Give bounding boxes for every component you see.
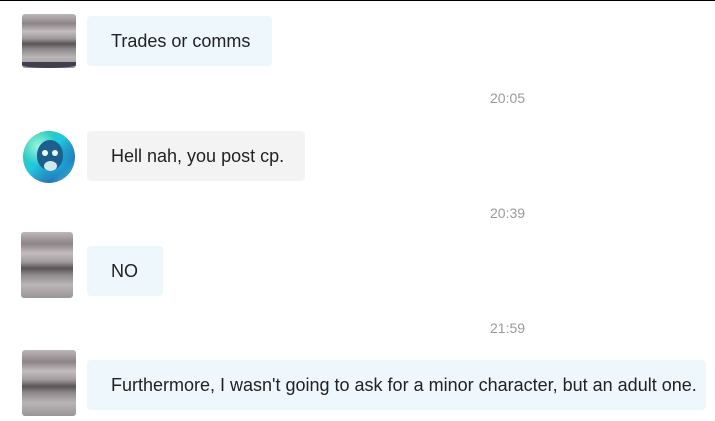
message-bubble[interactable]: NO (87, 246, 163, 296)
message-text: Hell nah, you post cp. (111, 145, 285, 166)
message-timestamp: 20:05 (490, 90, 526, 106)
message-text: Trades or comms (111, 30, 251, 51)
message-bubble[interactable]: Furthermore, I wasn't going to ask for a… (87, 360, 706, 410)
avatar[interactable] (22, 350, 76, 416)
message-row: NO (0, 232, 715, 298)
message-bubble[interactable]: Hell nah, you post cp. (87, 131, 305, 181)
message-text: Furthermore, I wasn't going to ask for a… (111, 374, 697, 395)
message-timestamp: 20:39 (490, 205, 526, 221)
message-row: Trades or comms (0, 14, 715, 68)
avatar-edge (22, 62, 76, 68)
message-row: Hell nah, you post cp. (0, 130, 715, 184)
message-timestamp: 21:59 (490, 320, 526, 336)
message-row: Furthermore, I wasn't going to ask for a… (0, 350, 715, 416)
message-text: NO (111, 260, 138, 281)
avatar[interactable] (21, 232, 73, 298)
top-border (0, 0, 715, 1)
avatar-eye (42, 150, 48, 156)
message-bubble[interactable]: Trades or comms (87, 16, 272, 66)
avatar[interactable] (23, 131, 75, 183)
avatar[interactable] (22, 14, 76, 68)
avatar-eye (52, 150, 58, 156)
avatar-muzzle (44, 161, 57, 171)
